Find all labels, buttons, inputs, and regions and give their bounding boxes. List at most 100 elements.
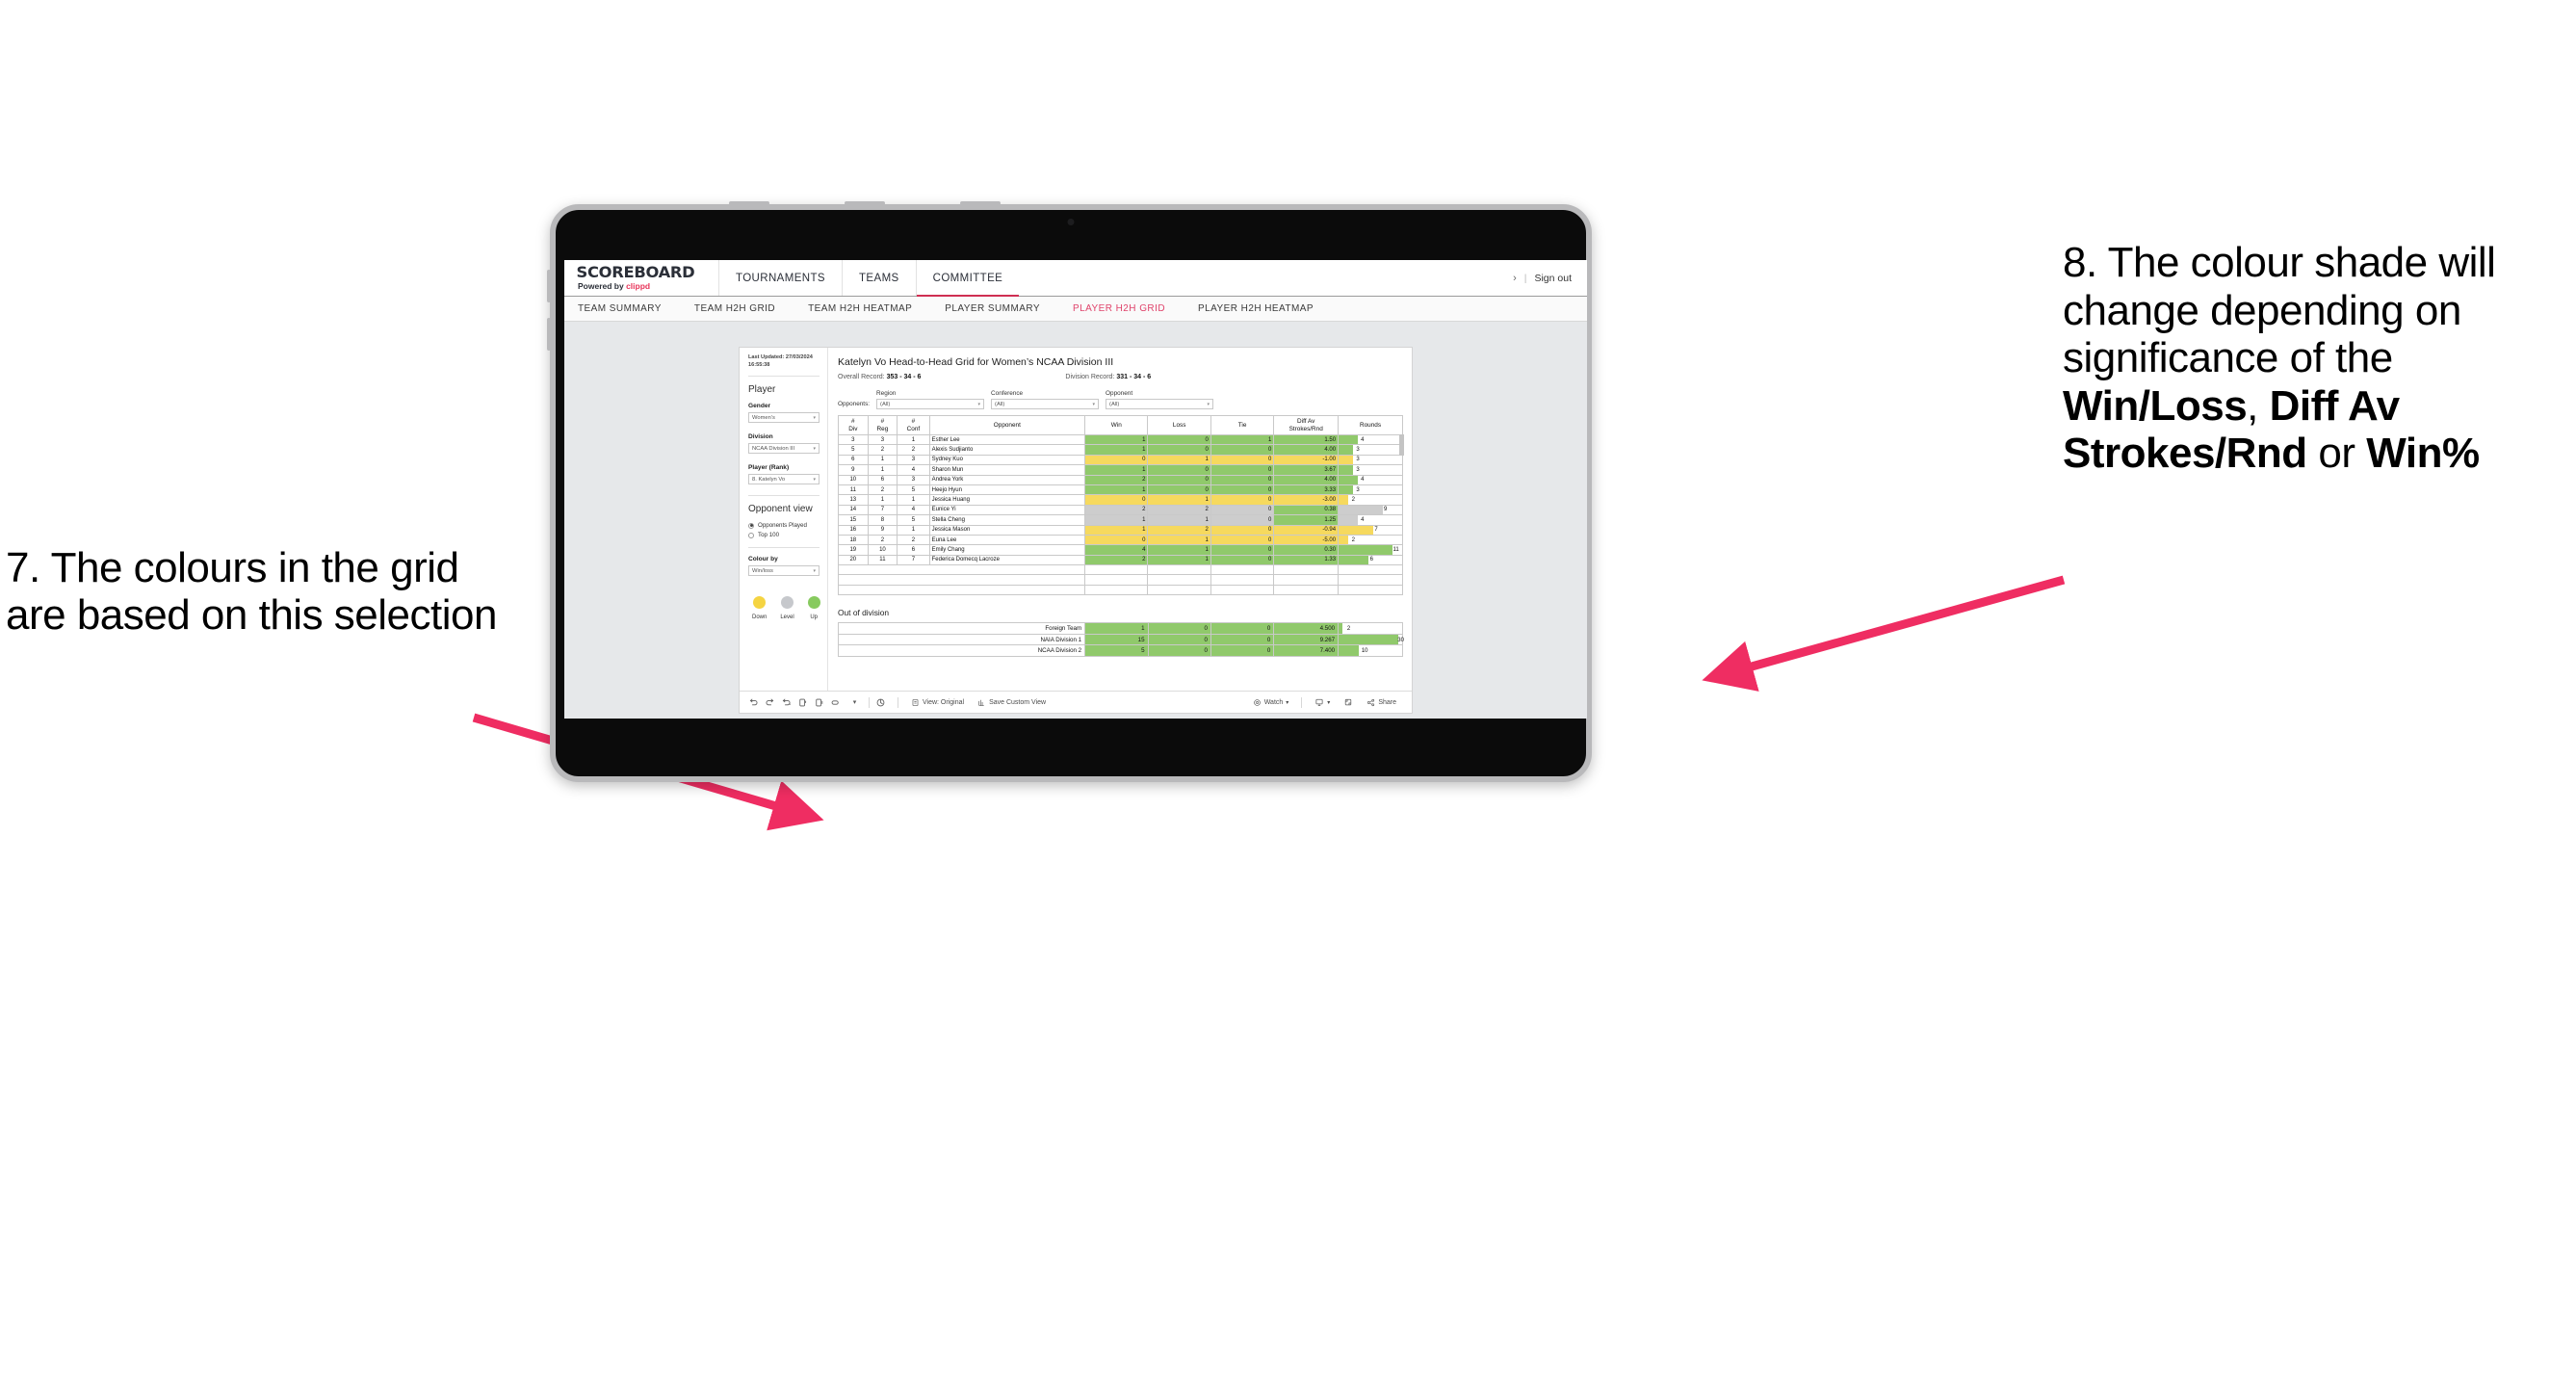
- filter-division-select[interactable]: NCAA Division III ▾: [748, 443, 820, 455]
- table-row[interactable]: 11 2 5 Heejo Hyun 1 0 0 3.33 3: [838, 484, 1403, 496]
- record-summary: Overall Record: 353 - 34 - 6 Division Re…: [838, 374, 1403, 380]
- subtab-player-h2h-heatmap[interactable]: PLAYER H2H HEATMAP: [1198, 303, 1330, 314]
- refresh-icon[interactable]: [797, 697, 814, 708]
- table-row[interactable]: Foreign Team 1 0 0 4.500 2: [837, 622, 1403, 635]
- nav-tab-committee[interactable]: COMMITTEE: [915, 260, 1020, 297]
- device-volume-up-button: [547, 270, 551, 302]
- chevron-down-icon[interactable]: ▾: [846, 698, 863, 706]
- legend-label-level: Level: [780, 615, 794, 621]
- cell-tie: 0: [1210, 454, 1275, 466]
- legend-item-up: Up: [807, 596, 820, 620]
- filter-conference-select[interactable]: (All) ▾: [991, 399, 1100, 409]
- cell-div: 14: [838, 504, 869, 516]
- view-original-button[interactable]: View: Original: [904, 698, 971, 707]
- table-row[interactable]: 6 1 3 Sydney Kuo 0 1 0 -1.00 3: [838, 454, 1403, 466]
- chevron-right-icon[interactable]: ›: [1513, 273, 1517, 284]
- cell-reg: 2: [867, 444, 898, 456]
- cell-tie: 0: [1210, 444, 1275, 456]
- column-header-loss[interactable]: Loss: [1147, 415, 1211, 435]
- toolbar-divider-3: [1301, 696, 1303, 708]
- dashboard-main: Katelyn Vo Head-to-Head Grid for Women’s…: [828, 348, 1412, 691]
- filter-colour-by-select[interactable]: Win/loss ▾: [748, 565, 820, 577]
- legend-dot-up: [807, 596, 820, 610]
- cell-tie: 0: [1210, 474, 1275, 485]
- filter-opponent-select[interactable]: (All) ▾: [1106, 399, 1214, 409]
- cell-empty-left: [837, 574, 1086, 586]
- table-row[interactable]: 3 3 1 Esther Lee 1 0 1 1.50 4: [838, 433, 1403, 446]
- revert-icon[interactable]: [781, 697, 797, 708]
- annotation-left-text: 7. The colours in the grid are based on …: [6, 544, 497, 640]
- download-button[interactable]: ▾: [1308, 697, 1337, 707]
- nav-tab-teams[interactable]: TEAMS: [842, 260, 916, 296]
- subtab-team-h2h-heatmap[interactable]: TEAM H2H HEATMAP: [808, 303, 928, 314]
- table-row[interactable]: NAIA Division 1 15 0 0 9.267 30: [837, 633, 1404, 646]
- cell-loss: 0: [1147, 484, 1211, 496]
- toolbar-divider-1: [869, 696, 870, 708]
- filter-gender-select[interactable]: Women’s ▾: [748, 412, 820, 424]
- table-row[interactable]: 13 1 1 Jessica Huang 0 1 0 -3.00 2: [838, 494, 1403, 506]
- cell-rounds: 2: [1338, 494, 1403, 506]
- column-header-div[interactable]: # Div: [838, 415, 869, 435]
- cell-empty: [1147, 564, 1211, 576]
- fullscreen-button[interactable]: [1337, 697, 1360, 707]
- cell-rounds: 10: [1338, 644, 1403, 657]
- highlight-icon[interactable]: [875, 697, 892, 708]
- undo-icon[interactable]: [748, 697, 765, 708]
- share-button[interactable]: Share: [1360, 698, 1403, 707]
- brand-subtitle: Powered by clippd: [578, 281, 718, 291]
- h2h-grid-table: # Div # Reg # Conf Opponent Win Loss Tie Diff Av St…: [837, 415, 1403, 596]
- cell-reg: 1: [867, 454, 898, 466]
- watch-button[interactable]: Watch ▾: [1246, 698, 1296, 707]
- tableau-toolbar: ▾ View: Original Save Custom View Watch …: [740, 691, 1412, 713]
- cell-win: 1: [1084, 484, 1149, 496]
- sign-out-link[interactable]: Sign out: [1534, 273, 1572, 284]
- grid-scrollbar[interactable]: [1399, 434, 1404, 456]
- pause-refresh-icon[interactable]: [814, 697, 830, 708]
- column-header-opponent[interactable]: Opponent: [928, 415, 1086, 435]
- table-row[interactable]: 20 11 7 Federica Domecq Lacroze 2 1 0 1.33 6: [838, 554, 1403, 566]
- table-row[interactable]: 16 9 1 Jessica Mason 1 2 0 -0.94 7: [838, 524, 1403, 536]
- subtab-player-summary[interactable]: PLAYER SUMMARY: [945, 303, 1056, 314]
- table-row[interactable]: 19 10 6 Emily Chang 4 1 0 0.30 11: [838, 544, 1403, 556]
- cell-tie: 0: [1210, 524, 1275, 536]
- cell-win: 1: [1084, 444, 1149, 456]
- table-row[interactable]: 5 2 2 Alexis Sudjianto 1 0 0 4.00 3: [838, 444, 1403, 456]
- column-header-rounds[interactable]: Rounds: [1338, 415, 1403, 435]
- cell-empty: [1147, 584, 1211, 596]
- annotation-right-bold-winloss: Win/Loss: [2063, 381, 2248, 430]
- save-custom-view-button[interactable]: Save Custom View: [971, 698, 1053, 707]
- nav-tab-tournaments[interactable]: TOURNAMENTS: [718, 260, 842, 296]
- brand-subtitle-text: Powered by: [578, 281, 627, 291]
- cell-rounds: 9: [1338, 504, 1403, 516]
- brand-logo[interactable]: SCOREBOARD Powered by clippd: [564, 260, 718, 296]
- table-row[interactable]: 10 6 3 Andrea York 2 0 0 4.00 4: [838, 474, 1403, 485]
- column-header-conf[interactable]: # Conf: [897, 415, 930, 435]
- cell-opponent: Sydney Kuo: [928, 454, 1086, 466]
- filter-player-rank: Player (Rank) 8. Katelyn Vo ▾: [748, 464, 820, 485]
- redo-icon[interactable]: [765, 697, 781, 708]
- table-row[interactable]: NCAA Division 2 5 0 0 7.400 10: [837, 644, 1403, 657]
- table-row[interactable]: 18 2 2 Euna Lee 0 1 0 -5.00 2: [838, 534, 1403, 546]
- cell-loss: 1: [1147, 514, 1211, 526]
- subtab-team-h2h-grid[interactable]: TEAM H2H GRID: [694, 303, 792, 314]
- cell-rounds: 3: [1338, 454, 1403, 466]
- cell-group-name: NCAA Division 2: [837, 644, 1086, 657]
- filter-player-rank-select[interactable]: 8. Katelyn Vo ▾: [748, 474, 820, 485]
- column-header-tie[interactable]: Tie: [1210, 415, 1275, 435]
- pan-icon[interactable]: [830, 697, 846, 708]
- radio-opponents-played[interactable]: Opponents Played: [748, 522, 820, 529]
- column-header-win[interactable]: Win: [1084, 415, 1149, 435]
- column-header-reg[interactable]: # Reg: [867, 415, 898, 435]
- subtab-team-summary[interactable]: TEAM SUMMARY: [578, 303, 678, 314]
- device-antenna-band-1: [729, 201, 769, 205]
- table-row[interactable]: 15 8 5 Stella Cheng 1 1 0 1.25 4: [838, 514, 1403, 526]
- table-row[interactable]: 14 7 4 Eunice Yi 2 2 0 0.38 9: [838, 504, 1403, 516]
- column-header-diff-av-strokes-rnd[interactable]: Diff Av Strokes/Rnd: [1273, 415, 1340, 435]
- table-row[interactable]: 9 1 4 Sharon Mun 1 0 0 3.67 3: [838, 464, 1403, 476]
- subtab-player-h2h-grid[interactable]: PLAYER H2H GRID: [1073, 303, 1182, 314]
- radio-top-100[interactable]: Top 100: [748, 532, 820, 538]
- filter-region-select[interactable]: (All) ▾: [876, 399, 985, 409]
- cell-reg: 2: [867, 484, 898, 496]
- opponent-filter-row: Opponents: Region (All) ▾ Conference (Al…: [838, 390, 1403, 409]
- filter-division-value: NCAA Division III: [752, 445, 795, 452]
